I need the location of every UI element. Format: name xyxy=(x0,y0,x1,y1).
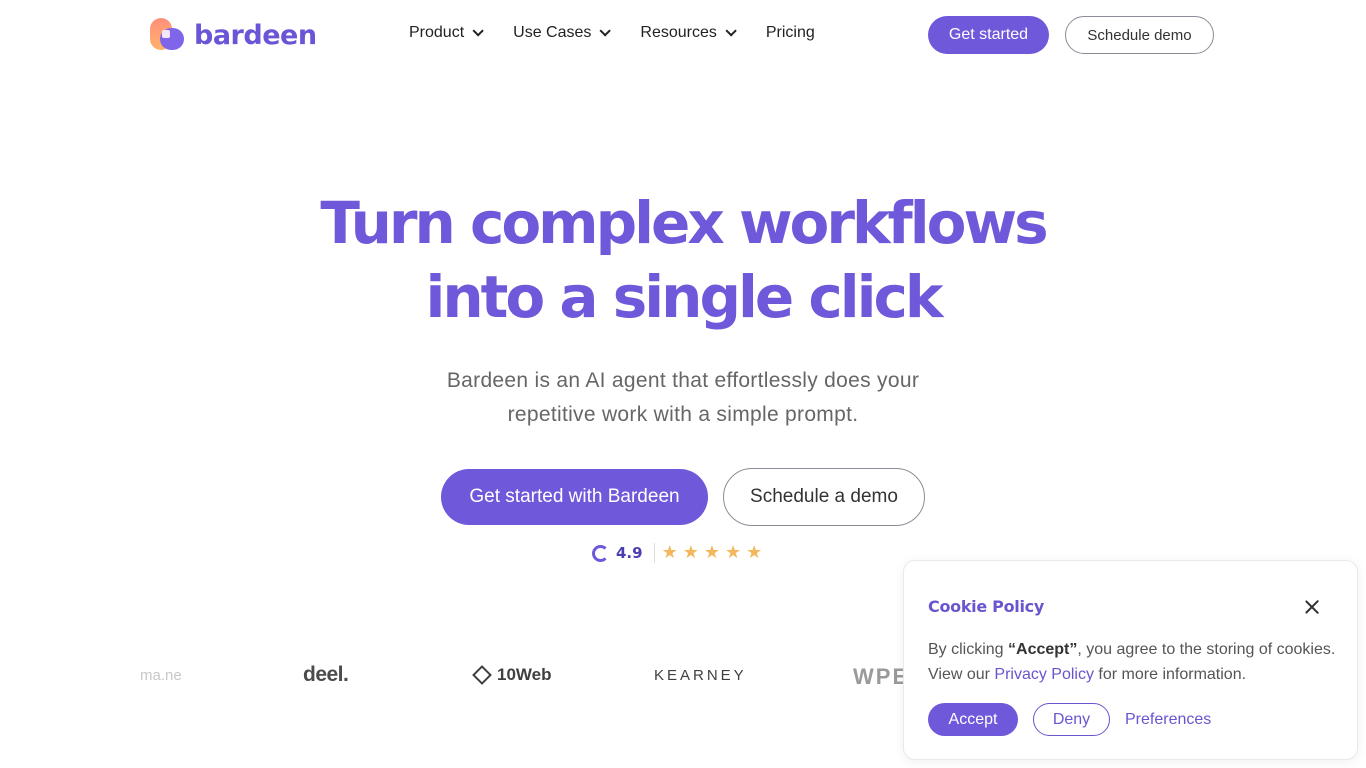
menu-product-label: Product xyxy=(409,24,465,41)
cookie-text-accept: “Accept” xyxy=(1008,641,1078,658)
bardeen-logo-icon xyxy=(150,18,186,52)
menu-use-cases[interactable]: Use Cases xyxy=(513,24,612,42)
g2-icon xyxy=(592,544,609,562)
rating-value: 4.9 xyxy=(616,544,643,562)
cookie-title: Cookie Policy xyxy=(928,597,1044,616)
privacy-policy-link[interactable]: Privacy Policy xyxy=(994,666,1094,683)
10web-logo-text: 10Web xyxy=(497,665,552,684)
hero-title-line-1: Turn complex workflows xyxy=(320,189,1048,257)
schedule-a-demo-button[interactable]: Schedule a demo xyxy=(723,468,925,526)
deel-logo: deel. xyxy=(303,663,349,686)
nav-schedule-demo-button[interactable]: Schedule demo xyxy=(1065,16,1214,54)
hero-subtitle: Bardeen is an AI agent that effortlessly… xyxy=(0,364,1366,432)
cookie-text-prefix: By clicking xyxy=(928,641,1009,658)
star-icon: ★ xyxy=(746,542,763,563)
bardeen-logo[interactable]: bardeen xyxy=(150,18,317,52)
cookie-banner: Cookie Policy By clicking “Accept”, you … xyxy=(903,560,1358,760)
main-menu: Product Use Cases Resources Pricing xyxy=(409,24,815,42)
rating-stars: ★ ★ ★ ★ ★ xyxy=(662,544,768,562)
customer-logo-partial: ma.ne xyxy=(140,667,182,684)
top-nav: bardeen Product Use Cases Resources Pric… xyxy=(0,0,1366,70)
rating-divider xyxy=(653,543,655,563)
cookie-text-suffix: for more information. xyxy=(1093,666,1247,683)
menu-pricing-label: Pricing xyxy=(765,24,815,41)
hero-title: Turn complex workflows into a single cli… xyxy=(0,186,1366,334)
deny-cookies-button[interactable]: Deny xyxy=(1033,703,1110,736)
chevron-down-icon xyxy=(725,25,737,37)
hero-title-line-2: into a single click xyxy=(425,263,944,331)
wpengine-logo-partial: WPE xyxy=(853,664,905,689)
g2-rating: 4.9 ★ ★ ★ ★ ★ xyxy=(592,542,767,564)
kearney-logo: KEARNEY xyxy=(654,667,747,684)
accept-cookies-button[interactable]: Accept xyxy=(928,703,1018,736)
star-icon: ★ xyxy=(682,542,699,563)
logo-text: bardeen xyxy=(194,19,317,51)
chevron-down-icon xyxy=(599,25,612,37)
cookie-preferences-link[interactable]: Preferences xyxy=(1125,711,1211,729)
menu-pricing[interactable]: Pricing xyxy=(766,24,815,42)
page: bardeen Product Use Cases Resources Pric… xyxy=(0,0,1366,768)
menu-resources-label: Resources xyxy=(640,24,717,41)
10web-logo: 10Web xyxy=(472,665,552,685)
star-icon: ★ xyxy=(703,542,720,563)
close-icon[interactable] xyxy=(1302,597,1322,617)
10web-diamond-icon xyxy=(472,665,492,685)
menu-resources[interactable]: Resources xyxy=(640,24,737,42)
menu-product[interactable]: Product xyxy=(409,24,484,42)
chevron-down-icon xyxy=(472,25,484,37)
get-started-with-bardeen-button[interactable]: Get started with Bardeen xyxy=(441,469,708,525)
customer-logos: ma.ne deel. 10Web KEARNEY WPE xyxy=(0,655,905,699)
hero-subtitle-line-1: Bardeen is an AI agent that effortlessly… xyxy=(446,369,920,392)
cookie-text: By clicking “Accept”, you agree to the s… xyxy=(928,637,1348,687)
menu-use-cases-label: Use Cases xyxy=(513,24,592,41)
hero-subtitle-line-2: repetitive work with a simple prompt. xyxy=(507,403,859,426)
star-icon: ★ xyxy=(661,542,678,563)
nav-get-started-button[interactable]: Get started xyxy=(928,16,1049,54)
star-icon: ★ xyxy=(725,542,742,563)
